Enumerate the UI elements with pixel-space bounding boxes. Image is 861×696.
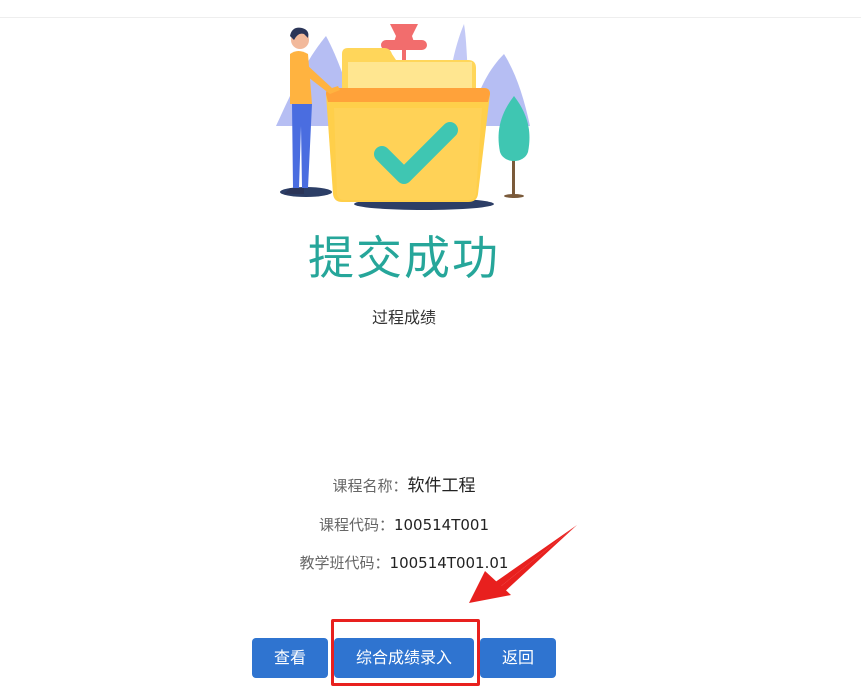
course-code-row: 课程代码：100514T001 <box>0 513 808 537</box>
success-title: 提交成功 <box>308 231 500 285</box>
course-name-value: 软件工程 <box>407 476 476 496</box>
class-code-row: 教学班代码：100514T001.01 <box>0 551 808 575</box>
back-button[interactable]: 返回 <box>480 638 556 678</box>
course-code-label: 课程代码： <box>318 516 394 534</box>
course-name-label: 课程名称： <box>332 477 408 495</box>
success-folder-illustration <box>276 24 530 210</box>
score-type-subtitle: 过程成绩 <box>371 308 436 327</box>
view-button[interactable]: 查看 <box>252 638 328 678</box>
class-code-label: 教学班代码： <box>299 554 390 572</box>
course-name-row: 课程名称：软件工程 <box>0 474 808 498</box>
class-code-value: 100514T001.01 <box>389 554 509 572</box>
course-code-value: 100514T001 <box>393 516 490 534</box>
comprehensive-score-entry-button[interactable]: 综合成绩录入 <box>334 638 474 678</box>
